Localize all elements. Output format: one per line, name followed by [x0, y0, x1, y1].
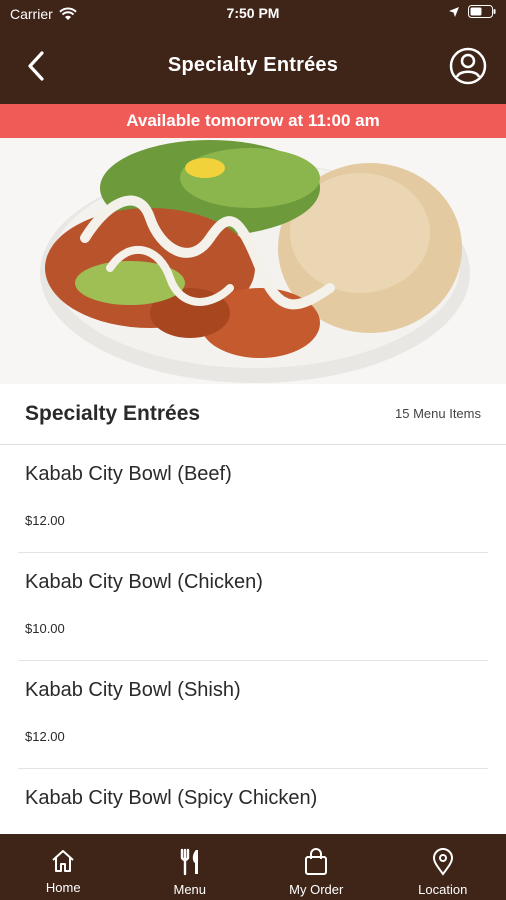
- menu-item-name: Kabab City Bowl (Shish): [25, 679, 241, 701]
- tab-menu[interactable]: Menu: [127, 834, 254, 900]
- menu-item[interactable]: Kabab City Bowl (Beef) $12.00: [18, 445, 488, 553]
- status-bar: Carrier 7:50 PM: [0, 0, 506, 28]
- location-arrow-icon: [449, 6, 459, 17]
- user-icon: [449, 47, 487, 85]
- menu-list: Kabab City Bowl (Beef) $12.00 Kabab City…: [0, 445, 506, 877]
- category-name: Specialty Entrées: [25, 402, 201, 425]
- status-right: [448, 5, 496, 18]
- profile-button[interactable]: [448, 46, 488, 86]
- menu-item[interactable]: Kabab City Bowl (Shish) $12.00: [18, 661, 488, 769]
- tab-label: My Order: [289, 882, 344, 897]
- food-bowl-illustration: [0, 138, 506, 384]
- menu-item-price: $12.00: [25, 729, 65, 744]
- tab-label: Location: [418, 882, 468, 897]
- battery-icon: [468, 5, 496, 18]
- availability-banner: Available tomorrow at 11:00 am: [0, 104, 506, 138]
- fork-knife-icon: [180, 848, 198, 876]
- menu-item-price: $12.00: [25, 513, 65, 528]
- hero-image: [0, 138, 506, 384]
- tab-bar: Home Menu My Order Location: [0, 834, 506, 900]
- nav-bar: Specialty Entrées: [0, 36, 506, 96]
- menu-item-name: Kabab City Bowl (Spicy Chicken): [25, 787, 318, 809]
- tab-location[interactable]: Location: [380, 834, 506, 900]
- tab-label: Home: [45, 880, 81, 895]
- app-header: Carrier 7:50 PM Specialty Entrées: [0, 0, 506, 104]
- tab-home[interactable]: Home: [0, 834, 127, 900]
- availability-text: Available tomorrow at 11:00 am: [126, 111, 380, 130]
- menu-item-name: Kabab City Bowl (Beef): [25, 463, 232, 485]
- status-time: 7:50 PM: [226, 5, 280, 21]
- shopping-bag-icon: [305, 848, 328, 875]
- menu-item-price: $10.00: [25, 621, 65, 636]
- menu-item-name: Kabab City Bowl (Chicken): [25, 571, 263, 593]
- tab-label: Menu: [173, 882, 207, 897]
- tab-my-order[interactable]: My Order: [253, 834, 380, 900]
- menu-item-count: 15 Menu Items: [395, 406, 481, 421]
- menu-item[interactable]: Kabab City Bowl (Chicken) $10.00: [18, 553, 488, 661]
- location-pin-icon: [432, 848, 453, 876]
- category-header: Specialty Entrées 15 Menu Items: [0, 384, 506, 445]
- page-title: Specialty Entrées: [167, 54, 339, 76]
- home-icon: [52, 850, 74, 872]
